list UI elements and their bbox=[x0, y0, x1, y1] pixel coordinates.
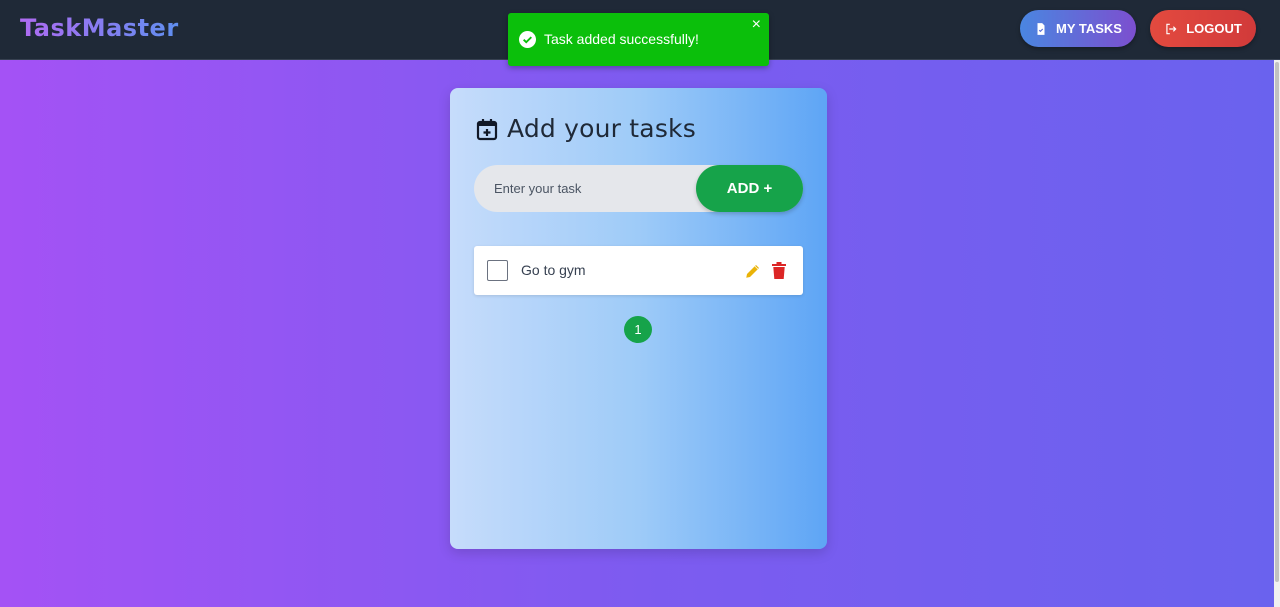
trash-icon[interactable] bbox=[772, 262, 786, 279]
check-circle-icon bbox=[519, 30, 536, 48]
task-input-group: ADD + bbox=[474, 165, 803, 212]
document-icon bbox=[1037, 22, 1045, 35]
pagination-page-1[interactable]: 1 bbox=[624, 316, 652, 343]
page-scrollbar[interactable] bbox=[1274, 60, 1280, 607]
calendar-plus-icon bbox=[476, 118, 498, 140]
my-tasks-button[interactable]: MY TASKS bbox=[1020, 10, 1136, 47]
pencil-icon[interactable] bbox=[744, 262, 762, 280]
task-input[interactable] bbox=[474, 165, 704, 212]
success-toast: Task added successfully! × bbox=[508, 13, 769, 66]
scrollbar-thumb[interactable] bbox=[1275, 62, 1279, 582]
add-task-card: Add your tasks ADD + Go to gym 1 bbox=[450, 88, 827, 549]
task-checkbox[interactable] bbox=[487, 260, 508, 281]
add-task-button[interactable]: ADD + bbox=[696, 165, 803, 212]
card-title: Add your tasks bbox=[507, 114, 696, 143]
logout-button[interactable]: LOGOUT bbox=[1150, 10, 1256, 47]
close-icon[interactable]: × bbox=[752, 17, 761, 33]
logout-label: LOGOUT bbox=[1186, 21, 1242, 36]
my-tasks-label: MY TASKS bbox=[1056, 21, 1122, 36]
logout-icon bbox=[1166, 23, 1177, 34]
brand-logo[interactable]: TaskMaster bbox=[20, 14, 179, 42]
toast-message: Task added successfully! bbox=[544, 30, 699, 47]
task-list-item: Go to gym bbox=[474, 246, 803, 295]
card-header: Add your tasks bbox=[475, 114, 696, 143]
task-text: Go to gym bbox=[521, 262, 586, 278]
